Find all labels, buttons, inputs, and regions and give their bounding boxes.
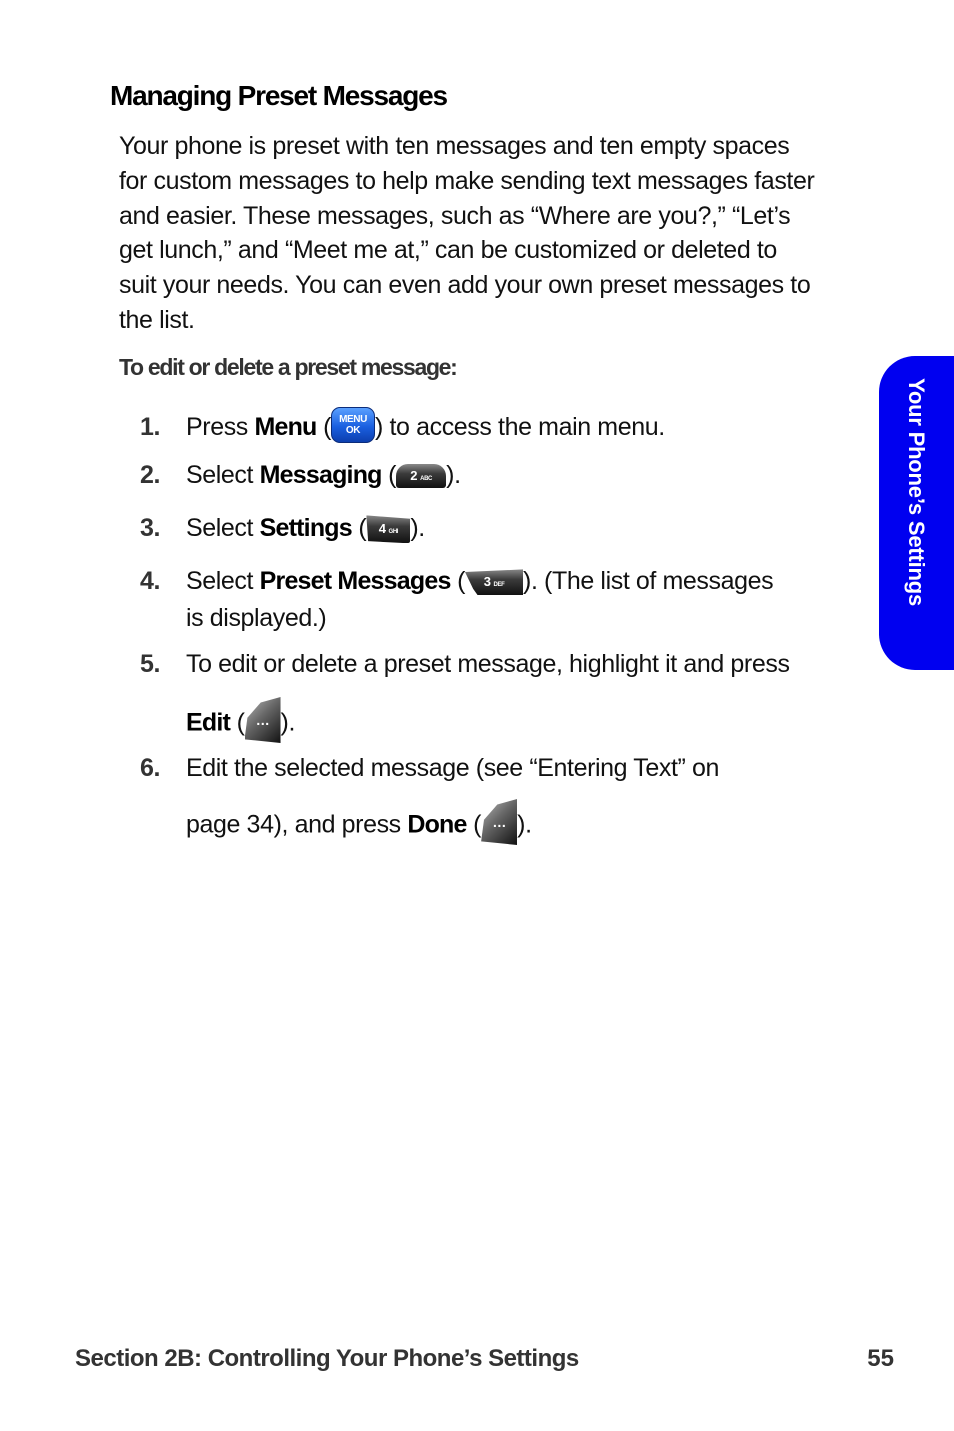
step-number: 6. (140, 754, 161, 782)
messaging-label: Messaging (259, 461, 383, 489)
softkey-icon: … (244, 697, 281, 743)
edit-label: Edit (186, 708, 231, 737)
menu-ok-key-icon: MENU OK (331, 407, 376, 444)
key-3-icon: 3 DEF (465, 569, 524, 596)
menu-label: Menu (254, 413, 317, 441)
step-text: Select Settings (4 GHI). (186, 514, 425, 544)
step-number: 4. (140, 567, 161, 595)
step-number: 1. (140, 413, 161, 441)
intro-paragraph: Your phone is preset with ten messages a… (119, 132, 815, 334)
step-text-continued: is displayed.) (186, 604, 327, 632)
softkey-icon: … (481, 799, 518, 845)
step-number: 2. (140, 461, 161, 489)
key-4-icon: 4 GHI (366, 515, 411, 544)
done-label: Done (407, 810, 467, 839)
step-text: Select Preset Messages (3 DEF). (The list… (186, 567, 774, 596)
procedure-heading: To edit or delete a preset message: (119, 354, 458, 380)
page-number: 55 (867, 1345, 894, 1372)
section-side-tab: Your Phone’s Settings (879, 356, 954, 670)
step-number: 5. (140, 650, 161, 678)
step-text-continued: Edit (…). (186, 697, 295, 743)
preset-messages-label: Preset Messages (259, 567, 452, 595)
section-heading: Managing Preset Messages (110, 80, 448, 111)
step-text: Select Messaging (2 ABC). (186, 461, 461, 489)
step-text: To edit or delete a preset message, high… (186, 650, 790, 678)
side-tab-label: Your Phone’s Settings (904, 378, 929, 607)
step-text-continued: page 34), and press Done (…). (186, 799, 532, 845)
settings-label: Settings (259, 514, 353, 542)
step-text: Press Menu (MENU OK) to access the main m… (186, 407, 665, 444)
footer-section-label: Section 2B: Controlling Your Phone’s Set… (75, 1345, 579, 1372)
step-text: Edit the selected message (see “Entering… (186, 754, 720, 782)
key-2-icon: 2 ABC (396, 464, 447, 489)
step-number: 3. (140, 514, 161, 542)
